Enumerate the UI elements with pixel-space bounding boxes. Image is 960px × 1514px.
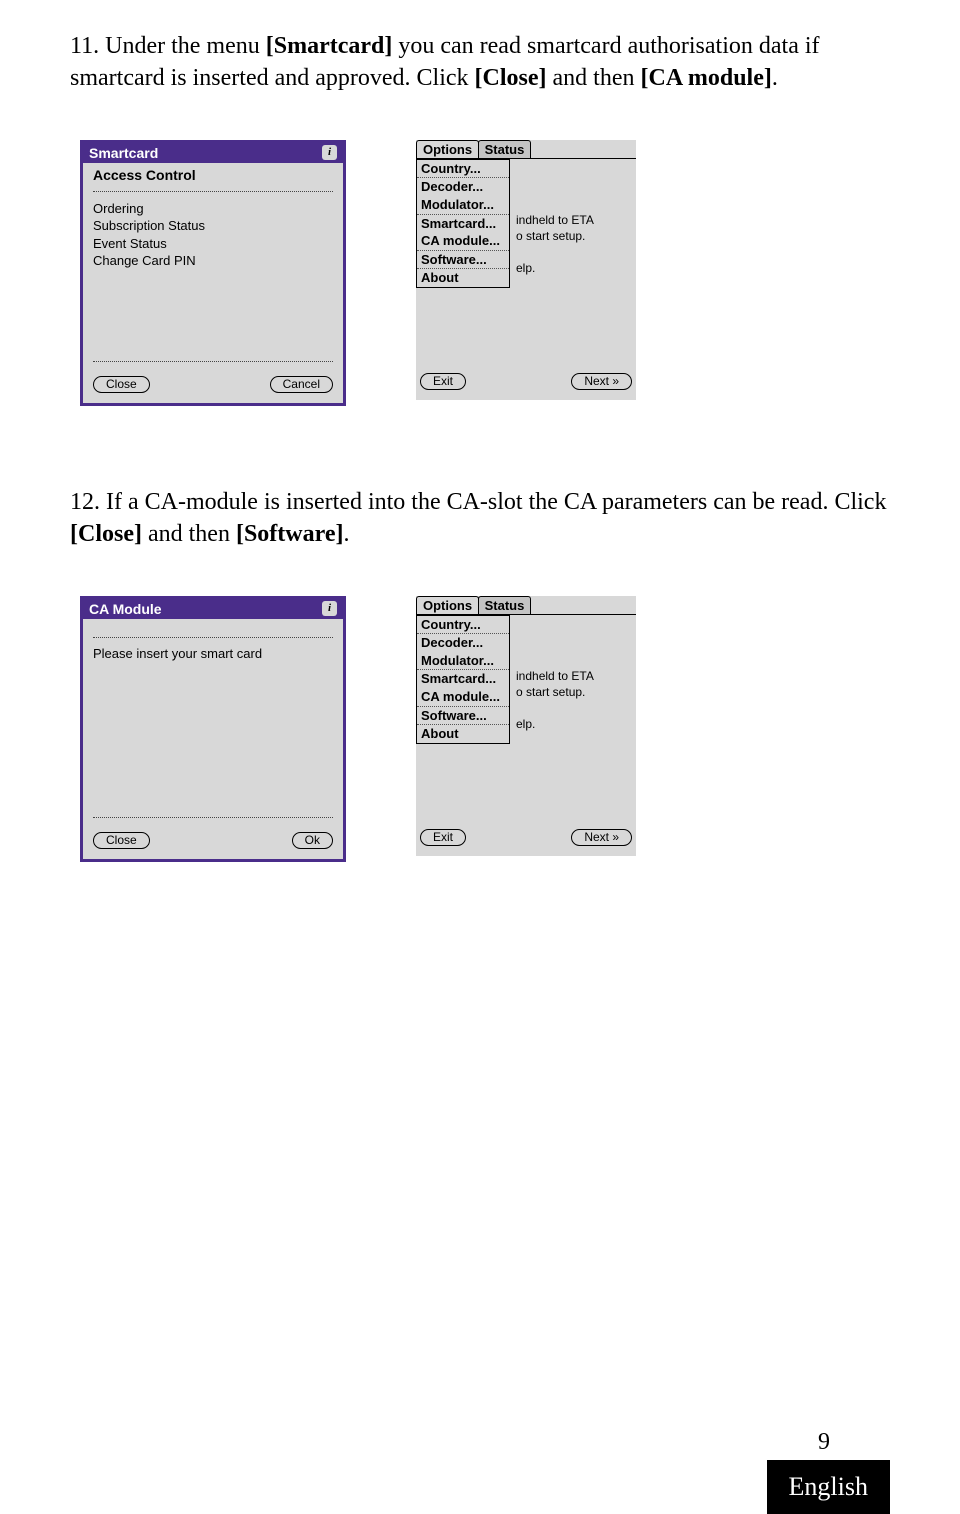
instruction-12: 12. If a CA-module is inserted into the … [70,486,890,551]
exit-button[interactable]: Exit [420,829,466,846]
info-icon[interactable]: i [322,601,337,616]
bg-text: elp. [516,717,535,731]
page-footer: 9 English [767,1429,890,1514]
menu-item-software[interactable]: Software... [417,251,509,270]
dialog-title-bar: Smartcard i [83,143,343,163]
screenshot-row-2: CA Module i Please insert your smart car… [70,596,890,862]
dialog-menu-list: Ordering Subscription Status Event Statu… [93,200,333,270]
dialog-title-bar: CA Module i [83,599,343,619]
instruction-11: 11. Under the menu [Smartcard] you can r… [70,30,890,95]
dialog-title-text: Smartcard [89,145,158,161]
menu-item-about[interactable]: About [417,269,509,287]
next-button[interactable]: Next » [571,829,632,846]
close-button[interactable]: Close [93,832,150,849]
options-menu: Country... Decoder... Modulator... Smart… [416,615,510,744]
dialog-title-text: CA Module [89,601,162,617]
menu-item-software[interactable]: Software... [417,707,509,726]
options-panel: Options Status Country... Decoder... Mod… [416,596,636,856]
info-icon[interactable]: i [322,145,337,160]
bg-text: indheld to ETA [516,669,594,683]
list-item[interactable]: Subscription Status [93,217,333,235]
list-item[interactable]: Ordering [93,200,333,218]
menu-item-smartcard[interactable]: Smartcard... [417,670,509,688]
menu-item-camodule[interactable]: CA module... [417,232,509,251]
menu-item-modulator[interactable]: Modulator... [417,652,509,671]
tab-status[interactable]: Status [478,140,532,158]
bg-text: indheld to ETA [516,213,594,227]
menu-item-decoder[interactable]: Decoder... [417,634,509,652]
menu-item-about[interactable]: About [417,725,509,743]
bg-text: o start setup. [516,229,585,243]
list-item[interactable]: Event Status [93,235,333,253]
exit-button[interactable]: Exit [420,373,466,390]
menu-item-country[interactable]: Country... [417,616,509,635]
bg-text: o start setup. [516,685,585,699]
menu-item-decoder[interactable]: Decoder... [417,178,509,196]
menu-item-modulator[interactable]: Modulator... [417,196,509,215]
next-button[interactable]: Next » [571,373,632,390]
tab-status[interactable]: Status [478,596,532,614]
options-panel: Options Status Country... Decoder... Mod… [416,140,636,400]
tab-options[interactable]: Options [416,140,479,158]
page-number: 9 [767,1429,890,1456]
close-button[interactable]: Close [93,376,150,393]
language-tab: English [767,1460,890,1514]
menu-item-camodule[interactable]: CA module... [417,688,509,707]
dialog-message: Please insert your smart card [93,646,333,661]
menu-item-country[interactable]: Country... [417,160,509,179]
smartcard-dialog: Smartcard i Access Control Ordering Subs… [80,140,346,406]
tab-options[interactable]: Options [416,596,479,614]
camodule-dialog: CA Module i Please insert your smart car… [80,596,346,862]
options-menu: Country... Decoder... Modulator... Smart… [416,159,510,288]
menu-item-smartcard[interactable]: Smartcard... [417,215,509,233]
bg-text: elp. [516,261,535,275]
ok-button[interactable]: Ok [292,832,333,849]
dialog-heading: Access Control [93,167,333,183]
list-item[interactable]: Change Card PIN [93,252,333,270]
cancel-button[interactable]: Cancel [270,376,333,393]
screenshot-row-1: Smartcard i Access Control Ordering Subs… [70,140,890,406]
